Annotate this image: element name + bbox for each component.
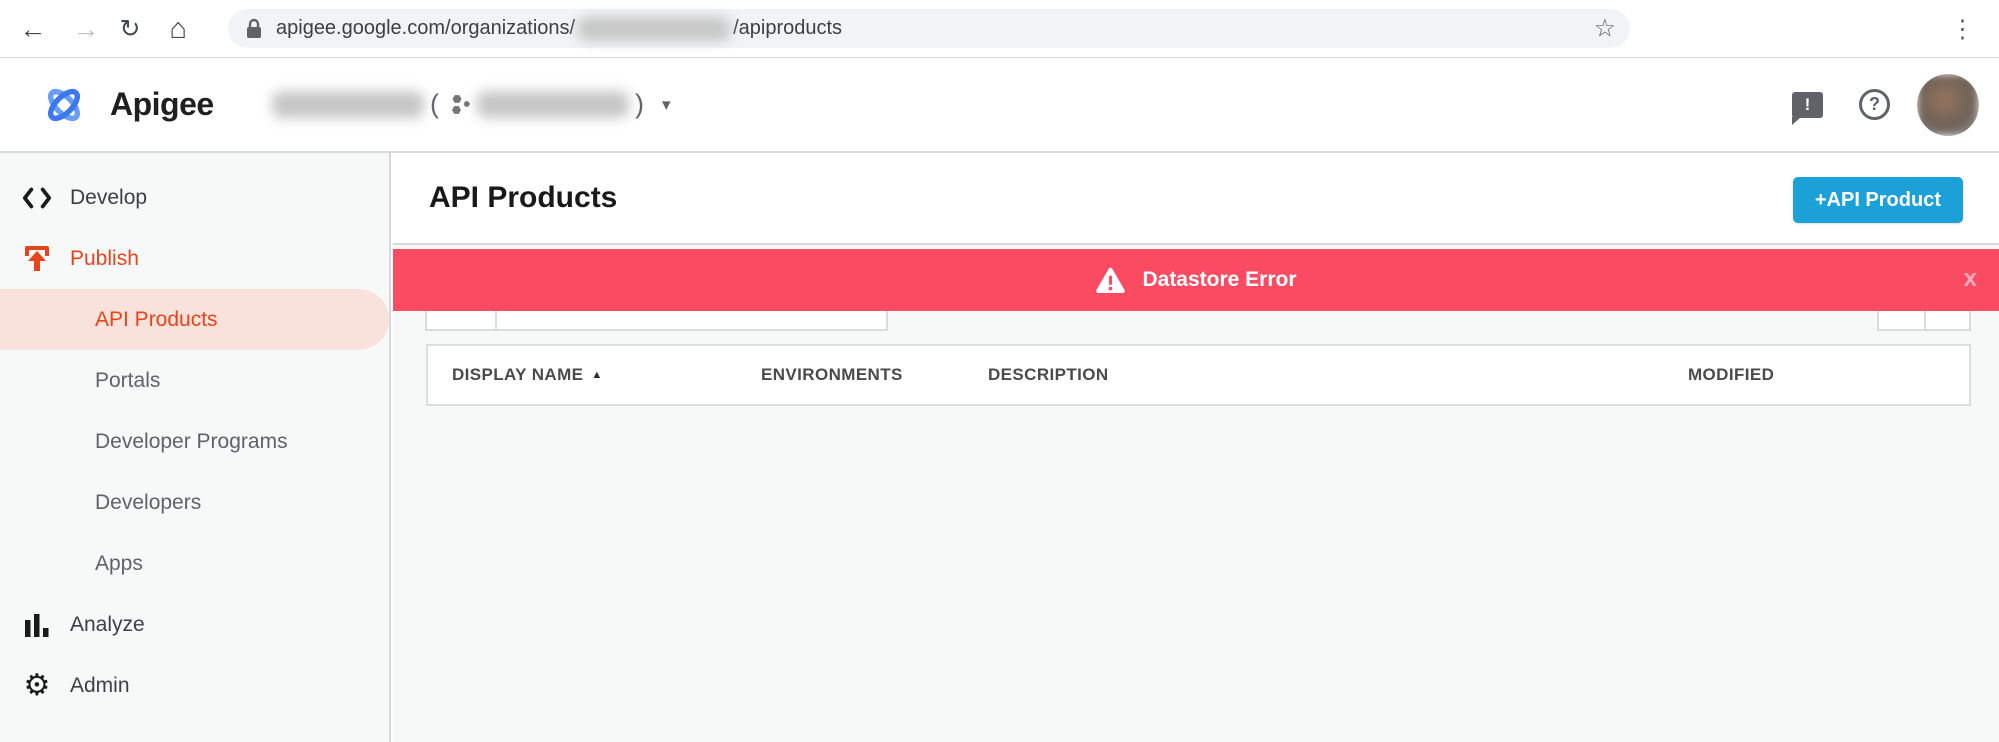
admin-icon: ⚙ [21, 671, 53, 701]
sidebar-item-label: Develop [70, 186, 147, 210]
avatar[interactable] [1917, 74, 1979, 136]
org-open-paren: ( [430, 89, 439, 120]
sidebar-nav: Develop Publish API Products Portals Dev… [0, 153, 391, 742]
column-label: DESCRIPTION [988, 365, 1109, 385]
sidebar-item-label: Publish [70, 247, 139, 271]
apigee-console-window: ← → ↻ ⌂ apigee.google.com/organizations/… [0, 0, 1999, 742]
apigee-logo-home[interactable]: Apigee [40, 58, 214, 151]
sidebar-item-portals[interactable]: Portals [0, 350, 389, 411]
sidebar-item-label: Analyze [70, 613, 145, 637]
column-header-description[interactable]: DESCRIPTION [988, 365, 1688, 385]
datastore-error-banner: Datastore Error x [393, 249, 1999, 311]
warning-triangle-icon [1095, 266, 1126, 294]
hexagon-cluster-icon [449, 94, 473, 116]
reload-icon[interactable]: ↻ [110, 0, 150, 58]
url-org-redacted [578, 17, 730, 41]
org-name-redacted [272, 91, 424, 118]
page-title: API Products [429, 181, 617, 215]
url-prefix: apigee.google.com/organizations/ [276, 17, 575, 40]
app-header: Apigee ( ) ▾ ! ? [0, 58, 1999, 153]
column-label: ENVIRONMENTS [761, 365, 903, 385]
forward-icon[interactable]: → [66, 0, 106, 58]
sidebar-item-admin[interactable]: ⚙ Admin [0, 655, 389, 716]
org-close-paren: ) [635, 89, 644, 120]
header-actions: ! ? [1792, 58, 1999, 151]
column-header-modified[interactable]: MODIFIED [1688, 365, 1969, 385]
chevron-down-icon: ▾ [662, 95, 671, 115]
org-name-redacted-2 [477, 91, 629, 118]
address-bar[interactable]: apigee.google.com/organizations/ /apiprod… [228, 9, 1630, 48]
banner-close-icon[interactable]: x [1964, 267, 1977, 291]
home-icon[interactable]: ⌂ [158, 0, 198, 58]
analyze-icon [21, 611, 53, 639]
table-header-row: DISPLAY NAME ▲ ENVIRONMENTS DESCRIPTION … [426, 344, 1971, 406]
url-text: apigee.google.com/organizations/ /apiprod… [276, 17, 842, 41]
sidebar-item-label: Admin [70, 674, 130, 698]
sidebar-item-apps[interactable]: Apps [0, 533, 389, 594]
feedback-icon[interactable]: ! [1792, 92, 1823, 118]
add-api-product-button[interactable]: +API Product [1793, 177, 1963, 223]
sidebar-item-developers[interactable]: Developers [0, 472, 389, 533]
sort-ascending-icon: ▲ [591, 369, 602, 381]
main-content: API Products +API Product Datastore Erro… [393, 153, 1999, 742]
sidebar-item-api-products[interactable]: API Products [0, 289, 389, 350]
org-selector[interactable]: ( ) ▾ [272, 58, 671, 151]
sidebar-item-analyze[interactable]: Analyze [0, 594, 389, 655]
publish-icon [21, 244, 53, 274]
column-header-display-name[interactable]: DISPLAY NAME ▲ [452, 365, 761, 385]
sidebar-item-publish[interactable]: Publish [0, 228, 389, 289]
avatar-blurred-photo [1917, 74, 1979, 136]
url-suffix: /apiproducts [733, 17, 842, 40]
sidebar-item-developer-programs[interactable]: Developer Programs [0, 411, 389, 472]
column-header-environments[interactable]: ENVIRONMENTS [761, 365, 988, 385]
help-icon[interactable]: ? [1859, 89, 1890, 120]
sidebar-item-label: Developer Programs [95, 430, 288, 454]
sidebar-item-label: Portals [95, 369, 160, 393]
sidebar-item-develop[interactable]: Develop [0, 167, 389, 228]
brand-name: Apigee [110, 86, 214, 123]
sidebar-item-label: Developers [95, 491, 201, 515]
lock-icon [244, 18, 264, 40]
back-icon[interactable]: ← [13, 0, 53, 58]
browser-toolbar: ← → ↻ ⌂ apigee.google.com/organizations/… [0, 0, 1999, 58]
sidebar-item-label: API Products [95, 308, 218, 332]
column-label: DISPLAY NAME [452, 365, 583, 385]
banner-text: Datastore Error [1142, 268, 1296, 292]
code-icon [21, 185, 53, 211]
sidebar-item-label: Apps [95, 552, 143, 576]
column-label: MODIFIED [1688, 365, 1774, 385]
bookmark-star-icon[interactable]: ☆ [1594, 13, 1616, 43]
content-header: API Products +API Product [393, 153, 1999, 245]
browser-menu-icon[interactable]: ⋮ [1950, 0, 1975, 58]
apigee-logo-icon [40, 81, 88, 129]
